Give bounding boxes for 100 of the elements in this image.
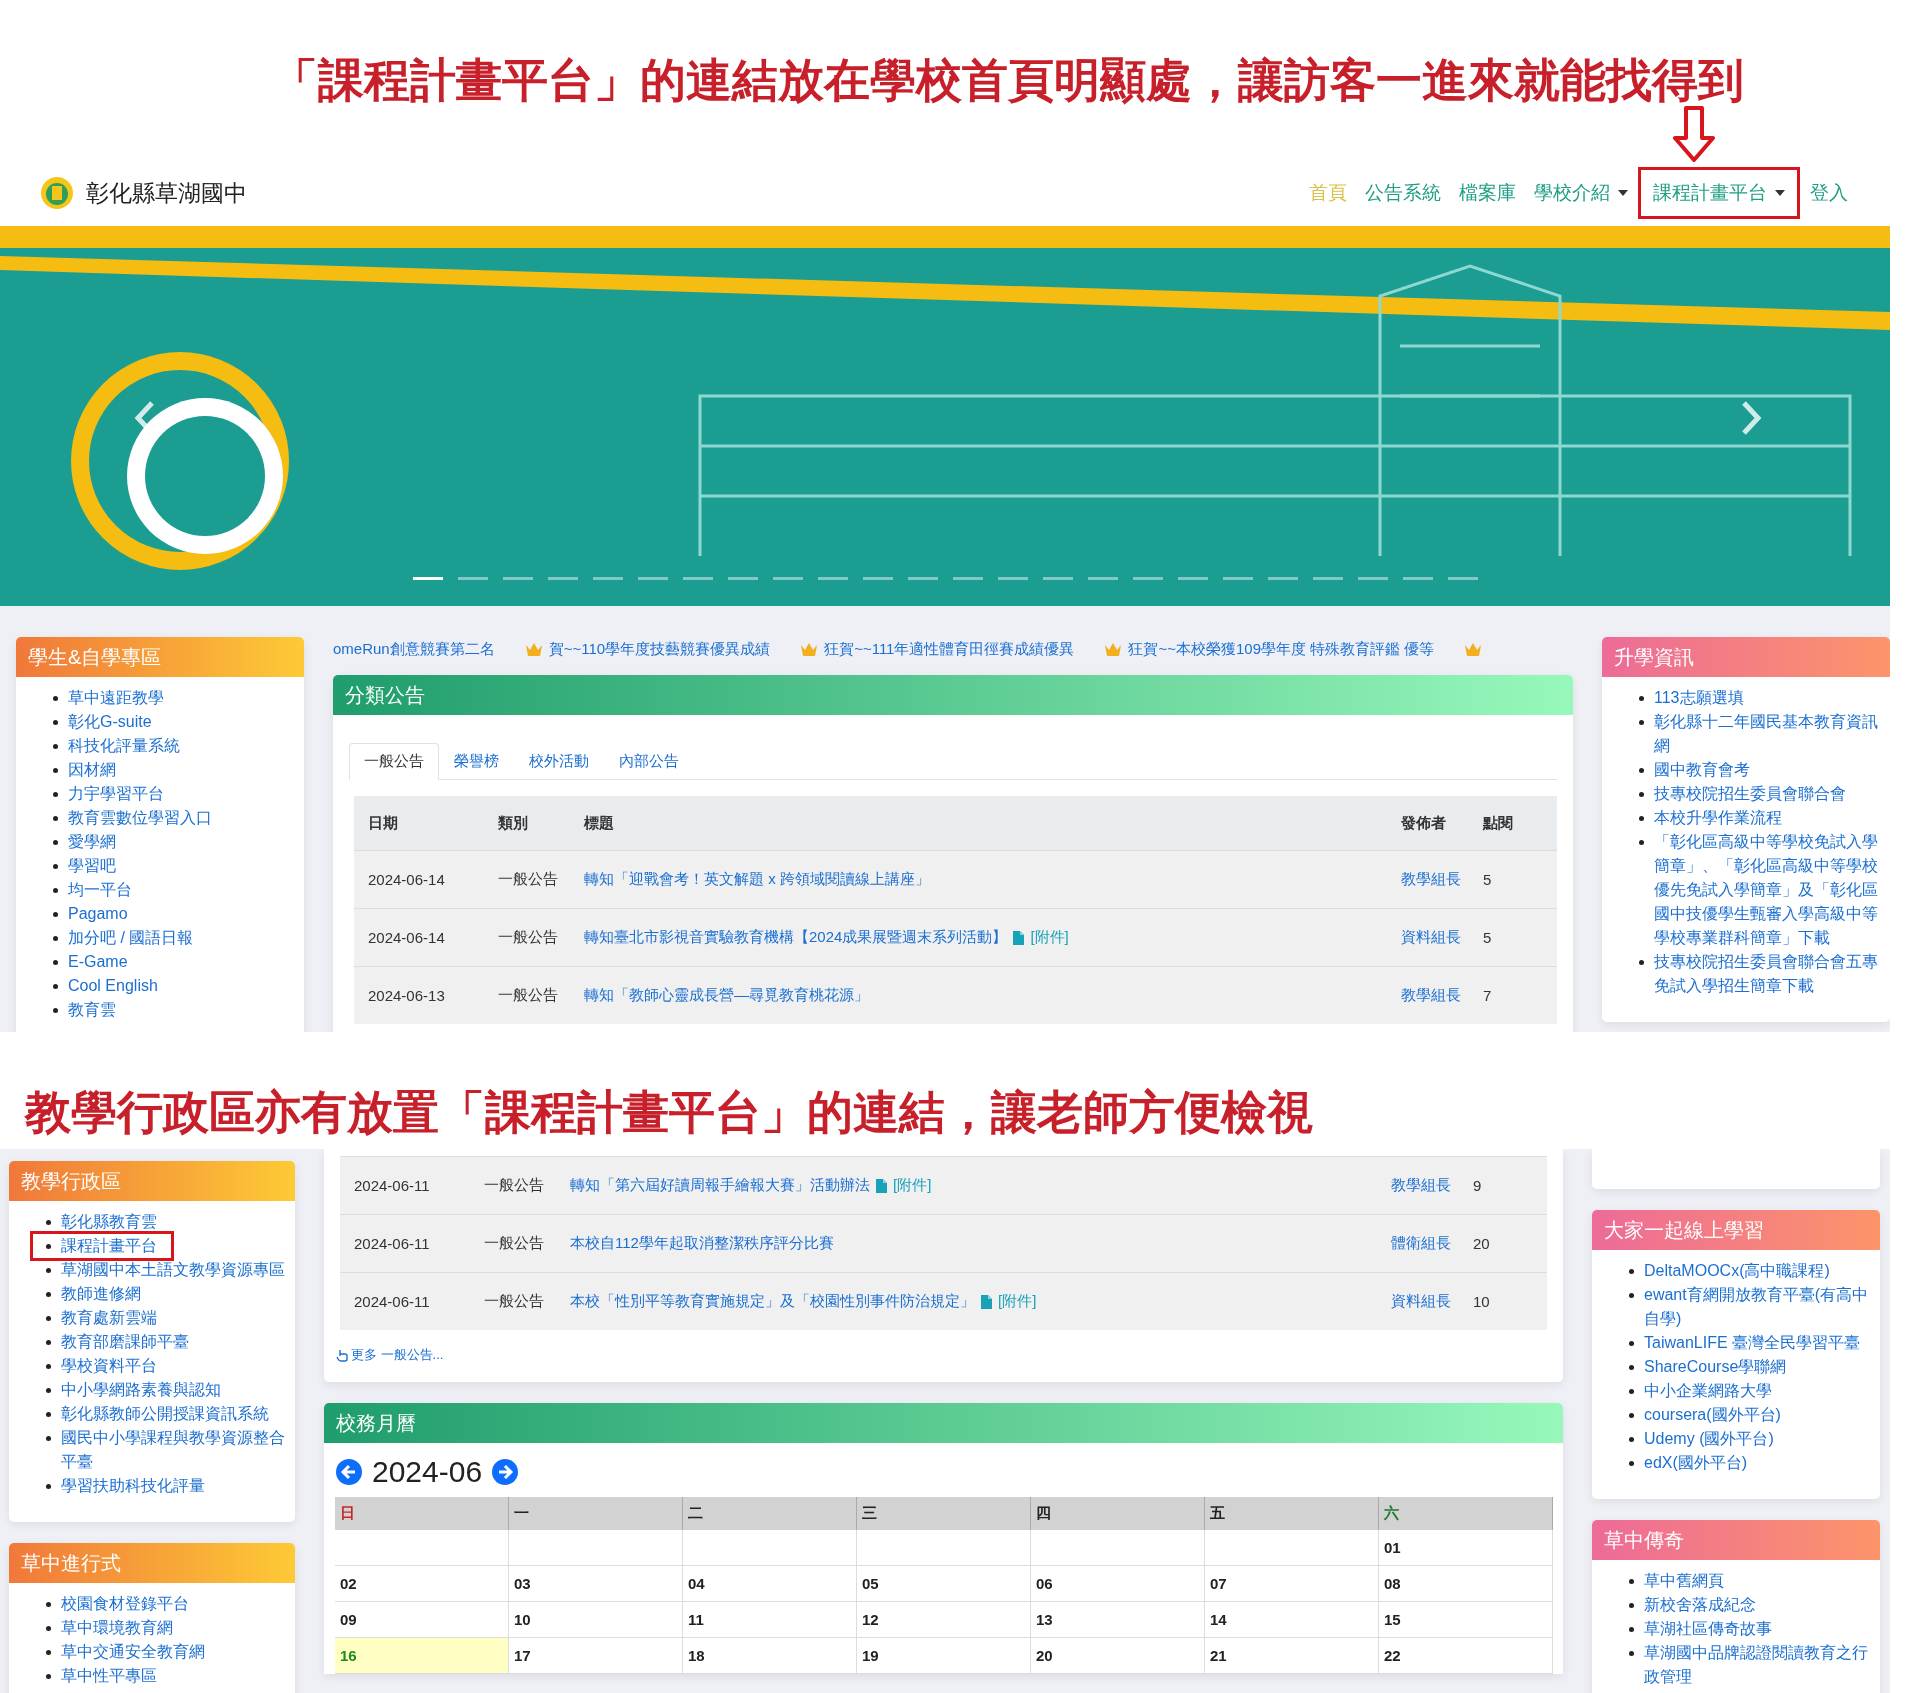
announcement-link[interactable]: 轉知「第六屆好讀周報手繪報大賽」活動辦法: [570, 1176, 870, 1195]
calendar-day[interactable]: 01: [1379, 1530, 1553, 1566]
tab[interactable]: 一般公告: [349, 743, 439, 780]
calendar-day[interactable]: 03: [509, 1566, 683, 1602]
carousel-indicator[interactable]: [637, 577, 668, 580]
sidebar-link[interactable]: 教育處新雲端: [61, 1306, 157, 1330]
sidebar-link[interactable]: Cool English: [68, 974, 158, 998]
sidebar-link[interactable]: 草中環境教育網: [61, 1616, 173, 1640]
sidebar-link[interactable]: 草中舊網頁: [1644, 1569, 1724, 1593]
sidebar-link[interactable]: 「彰化區高級中等學校免試入學簡章」、「彰化區高級中等學校優先免試入學簡章」及「彰化區國中技優學生甄審入學高級中等學校專業群科簡章」下載: [1654, 830, 1880, 950]
carousel-indicator[interactable]: [1042, 577, 1073, 580]
sidebar-link[interactable]: 力宇學習平台: [68, 782, 164, 806]
calendar-day[interactable]: 15: [1379, 1602, 1553, 1638]
news-link[interactable]: omeRun創意競賽第二名: [333, 639, 495, 659]
sidebar-link[interactable]: 中小企業網路大學: [1644, 1379, 1772, 1403]
sidebar-link[interactable]: 國中教育會考: [1654, 758, 1750, 782]
carousel-indicator[interactable]: [1222, 577, 1253, 580]
publisher-link[interactable]: 體衛組長: [1391, 1234, 1473, 1253]
sidebar-link[interactable]: Udemy (國外平台): [1644, 1427, 1774, 1451]
sidebar-link[interactable]: 新校舍落成紀念: [1644, 1593, 1756, 1617]
carousel-indicator[interactable]: [997, 577, 1028, 580]
sidebar-link[interactable]: 教育雲數位學習入口: [68, 806, 212, 830]
attachment-link[interactable]: [附件]: [998, 1292, 1037, 1311]
tab[interactable]: 榮譽榜: [439, 743, 514, 780]
nav-link[interactable]: 課程計畫平台: [1651, 176, 1787, 210]
carousel-indicator[interactable]: [772, 577, 803, 580]
announcement-link[interactable]: 本校自112學年起取消整潔秩序評分比賽: [570, 1234, 834, 1253]
sidebar-link[interactable]: 草湖國中品牌認證閱讀教育之行政管理: [1644, 1641, 1870, 1689]
sidebar-link[interactable]: 草中交通安全教育網: [61, 1640, 205, 1664]
sidebar-link[interactable]: 教師進修網: [61, 1282, 141, 1306]
carousel-indicator[interactable]: [1087, 577, 1118, 580]
carousel-indicator[interactable]: [1357, 577, 1388, 580]
carousel-indicator[interactable]: [1267, 577, 1298, 580]
sidebar-link[interactable]: TaiwanLIFE 臺灣全民學習平臺: [1644, 1331, 1861, 1355]
nav-link[interactable]: 學校介紹: [1532, 176, 1630, 210]
calendar-day[interactable]: 20: [1031, 1638, 1205, 1674]
publisher-link[interactable]: 資料組長: [1391, 1292, 1473, 1311]
calendar-day[interactable]: 19: [857, 1638, 1031, 1674]
sidebar-link[interactable]: 均一平台: [68, 878, 132, 902]
tab[interactable]: 內部公告: [604, 743, 694, 780]
chevron-right-icon[interactable]: [1740, 400, 1762, 436]
sidebar-link[interactable]: 彰化縣十二年國民基本教育資訊網: [1654, 710, 1880, 758]
sidebar-link[interactable]: 草湖國中本土語文教學資源專區: [61, 1258, 285, 1282]
sidebar-link[interactable]: 技專校院招生委員會聯合會: [1654, 782, 1846, 806]
sidebar-link[interactable]: 草中性平專區: [61, 1664, 157, 1688]
calendar-day[interactable]: 22: [1379, 1638, 1553, 1674]
sidebar-link[interactable]: Pagamo: [68, 902, 128, 926]
calendar-day[interactable]: 05: [857, 1566, 1031, 1602]
sidebar-link[interactable]: 技專校院招生委員會聯合會五專免試入學招生簡章下載: [1654, 950, 1880, 998]
publisher-link[interactable]: 資料組長: [1401, 928, 1483, 947]
sidebar-link[interactable]: 因材網: [68, 758, 116, 782]
sidebar-link[interactable]: edX(國外平台): [1644, 1451, 1748, 1475]
calendar-day[interactable]: 11: [683, 1602, 857, 1638]
calendar-day[interactable]: 07: [1205, 1566, 1379, 1602]
sidebar-link[interactable]: E-Game: [68, 950, 128, 974]
sidebar-link[interactable]: 彰化縣教育雲: [61, 1210, 157, 1234]
announcement-link[interactable]: 轉知「迎戰會考！英文解題 x 跨領域閱讀線上講座」: [584, 870, 930, 889]
sidebar-link[interactable]: 校園食材登錄平台: [61, 1592, 189, 1616]
calendar-day[interactable]: 12: [857, 1602, 1031, 1638]
sidebar-link[interactable]: 教育雲: [68, 998, 116, 1022]
tab[interactable]: 校外活動: [514, 743, 604, 780]
sidebar-link[interactable]: 學習吧: [68, 854, 116, 878]
carousel-indicator[interactable]: [592, 577, 623, 580]
nav-link[interactable]: 檔案庫: [1457, 176, 1518, 210]
attachment-link[interactable]: [附件]: [893, 1176, 932, 1195]
calendar-day[interactable]: 02: [335, 1566, 509, 1602]
sidebar-link[interactable]: 本校升學作業流程: [1654, 806, 1782, 830]
carousel-indicator[interactable]: [457, 577, 488, 580]
carousel-indicator[interactable]: [1177, 577, 1208, 580]
carousel-indicator[interactable]: [952, 577, 983, 580]
calendar-day[interactable]: 10: [509, 1602, 683, 1638]
publisher-link[interactable]: 教學組長: [1401, 986, 1483, 1005]
sidebar-link[interactable]: 草湖社區傳奇故事: [1644, 1617, 1772, 1641]
sidebar-link[interactable]: ShareCourse學聯網: [1644, 1355, 1787, 1379]
sidebar-link[interactable]: 教育部磨課師平臺: [61, 1330, 189, 1354]
carousel-indicator[interactable]: [1132, 577, 1163, 580]
calendar-day[interactable]: 16: [335, 1638, 509, 1674]
sidebar-link[interactable]: 學習扶助科技化評量: [61, 1474, 205, 1498]
calendar-day[interactable]: 17: [509, 1638, 683, 1674]
sidebar-link[interactable]: 草中遠距教學: [68, 686, 164, 710]
sidebar-link[interactable]: 國民中小學課程與教學資源整合平臺: [61, 1426, 287, 1474]
publisher-link[interactable]: 教學組長: [1401, 870, 1483, 889]
attachment-link[interactable]: [附件]: [1030, 928, 1069, 947]
sidebar-link[interactable]: 彰化G-suite: [68, 710, 152, 734]
calendar-day[interactable]: 21: [1205, 1638, 1379, 1674]
news-link[interactable]: 狂賀~~本校榮獲109學年度 特殊教育評鑑 優等: [1128, 639, 1435, 659]
calendar-day[interactable]: 14: [1205, 1602, 1379, 1638]
sidebar-link[interactable]: ewant育網開放教育平臺(有高中自學): [1644, 1283, 1870, 1331]
carousel-indicator[interactable]: [727, 577, 758, 580]
announcement-link[interactable]: 本校「性別平等教育實施規定」及「校園性別事件防治規定」: [570, 1292, 975, 1311]
carousel-indicator[interactable]: [907, 577, 938, 580]
sidebar-link[interactable]: coursera(國外平台): [1644, 1403, 1781, 1427]
sidebar-link[interactable]: 愛學網: [68, 830, 116, 854]
carousel-indicator[interactable]: [547, 577, 578, 580]
carousel-indicator[interactable]: [502, 577, 533, 580]
sidebar-link[interactable]: 課程計畫平台: [61, 1234, 157, 1258]
nav-link[interactable]: 登入: [1808, 176, 1850, 210]
nav-link[interactable]: 公告系統: [1363, 176, 1443, 210]
carousel-indicator[interactable]: [1402, 577, 1433, 580]
news-link[interactable]: 賀~~110學年度技藝競賽優異成績: [548, 639, 771, 659]
